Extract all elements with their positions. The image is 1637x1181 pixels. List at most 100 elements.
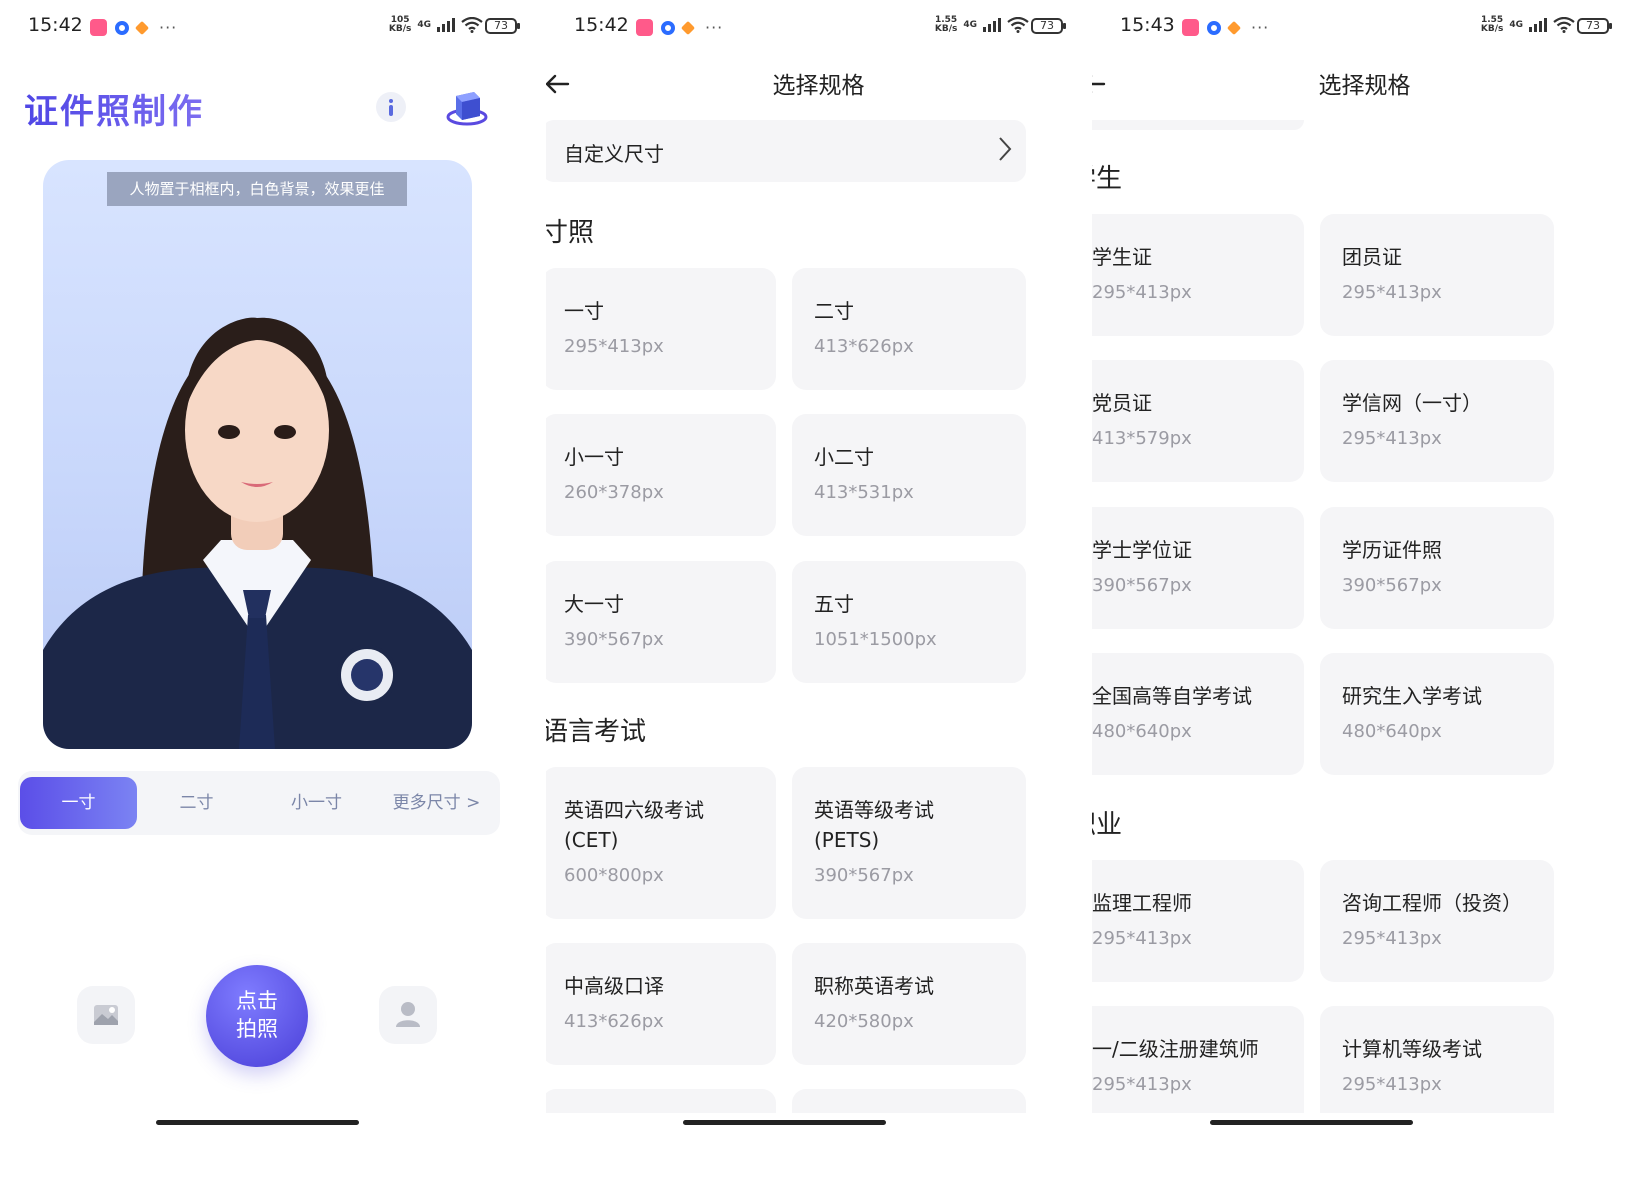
signal-icon xyxy=(983,18,1001,32)
home-indicator[interactable] xyxy=(683,1120,886,1125)
cube-icon[interactable] xyxy=(446,90,488,126)
spec-card[interactable]: 五寸 1051*1500px xyxy=(792,561,1026,683)
status-time: 15:42 xyxy=(574,14,629,36)
spec-card[interactable]: 小二寸 413*531px xyxy=(792,414,1026,536)
spec-card[interactable]: 二寸 413*626px xyxy=(792,268,1026,390)
spec-card[interactable]: 学士学位证 390*567px xyxy=(1092,507,1304,629)
signal-icon xyxy=(437,18,455,32)
page-title: 选择规格 xyxy=(1318,73,1411,99)
spec-list: 自定义尺寸 寸照 一寸 295*413px 二寸 413*626px 小一寸 2… xyxy=(546,120,1091,1113)
app-notification-icon xyxy=(115,20,129,35)
spec-card[interactable]: 中高级口译 413*626px xyxy=(546,943,776,1065)
spec-card[interactable]: 党员证 413*579px xyxy=(1092,360,1304,482)
home-indicator[interactable] xyxy=(156,1120,359,1125)
network-status: 1.55 KB/s 4G xyxy=(935,16,1029,34)
more-notifications-icon: ··· xyxy=(1251,18,1270,37)
spec-dimensions: 600*800px xyxy=(564,865,664,886)
app-notification-icon xyxy=(1207,20,1221,35)
wifi-icon xyxy=(1553,17,1575,33)
spec-card[interactable]: 研究生入学考试 480*640px xyxy=(1320,653,1554,775)
spec-name: 职称英语考试 xyxy=(814,974,934,998)
tab-one-inch[interactable]: 一寸 xyxy=(20,777,137,829)
status-app-icons: ··· xyxy=(636,18,723,37)
spec-card[interactable]: 全国高等自学考试 480*640px xyxy=(1092,653,1304,775)
spec-card[interactable]: 监理工程师 295*413px xyxy=(1092,860,1304,982)
back-arrow-icon[interactable] xyxy=(1092,72,1106,96)
status-time: 15:42 xyxy=(28,14,83,36)
battery-icon: 73 xyxy=(485,18,520,34)
network-speed: 1.55 KB/s xyxy=(935,16,957,34)
spec-dimensions: 1051*1500px xyxy=(814,629,937,650)
spec-list: 学生 学生证 295*413px 团员证 295*413px 党员证 413*5… xyxy=(1092,120,1637,1113)
spec-dimensions: 295*413px xyxy=(1092,282,1192,303)
spec-name: 计算机等级考试 xyxy=(1342,1037,1482,1061)
spec-dimensions: 413*579px xyxy=(1092,428,1192,449)
spec-name: 全国高等自学考试 xyxy=(1092,684,1252,708)
spec-card-partial[interactable] xyxy=(1092,120,1304,130)
section-title: 语言考试 xyxy=(546,711,654,750)
spec-name: 学历证件照 xyxy=(1342,538,1442,562)
spec-card-partial[interactable] xyxy=(546,1089,776,1113)
back-arrow-icon[interactable] xyxy=(546,72,570,96)
info-icon[interactable] xyxy=(376,92,406,122)
network-type: 4G xyxy=(1509,20,1523,30)
network-speed: 1.55 KB/s xyxy=(1481,16,1503,34)
spec-card[interactable]: 一/二级注册建筑师 295*413px xyxy=(1092,1006,1304,1113)
spec-dimensions: 413*531px xyxy=(814,482,914,503)
shoot-button[interactable]: 点击 拍照 xyxy=(206,965,308,1067)
spec-card[interactable]: 学生证 295*413px xyxy=(1092,214,1304,336)
spec-card[interactable]: 计算机等级考试 295*413px xyxy=(1320,1006,1554,1113)
spec-card[interactable]: 大一寸 390*567px xyxy=(546,561,776,683)
spec-card[interactable]: 一寸 295*413px xyxy=(546,268,776,390)
section-title-text: 语言考试 xyxy=(546,717,647,747)
spec-name: 研究生入学考试 xyxy=(1342,684,1482,708)
custom-size-row[interactable]: 自定义尺寸 xyxy=(546,120,1026,182)
chevron-right-icon xyxy=(999,137,1012,161)
spec-name: 一/二级注册建筑师 xyxy=(1092,1037,1259,1061)
signal-icon xyxy=(1529,18,1547,32)
camera-preview[interactable]: 人物置于相框内，白色背景，效果更佳 xyxy=(43,160,472,749)
spec-screen-2: 15:43 ··· 1.55 KB/s 4G 73 选择规格 生 学生证 295… xyxy=(1092,0,1637,1181)
gallery-button[interactable] xyxy=(77,986,135,1044)
spec-card[interactable]: 学历证件照 390*567px xyxy=(1320,507,1554,629)
spec-dimensions: 295*413px xyxy=(1342,928,1442,949)
spec-name: 一寸 xyxy=(564,299,604,323)
spec-card[interactable]: 职称英语考试 420*580px xyxy=(792,943,1026,1065)
spec-card[interactable]: 英语等级考试(PETS) 390*567px xyxy=(792,767,1026,919)
spec-card-partial[interactable] xyxy=(792,1089,1026,1113)
app-title: 证件照制作 xyxy=(24,84,204,133)
speed-unit: KB/s xyxy=(388,24,412,34)
spec-name: 监理工程师 xyxy=(1092,891,1192,915)
profile-button[interactable] xyxy=(379,986,437,1044)
status-bar: 15:42 ··· 105 KB/s 4G 73 xyxy=(0,14,545,40)
home-indicator[interactable] xyxy=(1210,1120,1413,1125)
section-title: 职业 xyxy=(1092,804,1126,843)
spec-dimensions: 295*413px xyxy=(1342,1074,1442,1095)
battery-icon: 73 xyxy=(1031,18,1066,34)
wifi-icon xyxy=(461,17,483,33)
spec-dimensions: 295*413px xyxy=(1342,282,1442,303)
spec-dimensions: 295*413px xyxy=(1342,428,1442,449)
custom-size-label: 自定义尺寸 xyxy=(564,142,664,166)
page-title: 选择规格 xyxy=(772,73,865,99)
spec-dimensions: 413*626px xyxy=(814,336,914,357)
spec-name: 学生证 xyxy=(1092,245,1152,269)
spec-card[interactable]: 团员证 295*413px xyxy=(1320,214,1554,336)
shoot-label-2: 拍照 xyxy=(236,1017,278,1041)
person-icon xyxy=(396,1002,420,1027)
spec-card[interactable]: 小一寸 260*378px xyxy=(546,414,776,536)
tab-more-sizes[interactable]: 更多尺寸 > xyxy=(378,777,495,829)
spec-name: 党员证 xyxy=(1092,391,1152,415)
speed-unit: KB/s xyxy=(934,24,958,34)
spec-card[interactable]: 英语四六级考试(CET) 600*800px xyxy=(546,767,776,919)
spec-name: 团员证 xyxy=(1342,245,1402,269)
spec-dimensions: 295*413px xyxy=(1092,1074,1192,1095)
tab-small-one-inch[interactable]: 小一寸 xyxy=(258,777,375,829)
spec-card[interactable]: 学信网（一寸） 295*413px xyxy=(1320,360,1554,482)
status-app-icons: ··· xyxy=(90,18,177,37)
tab-two-inch[interactable]: 二寸 xyxy=(138,777,255,829)
spec-card[interactable]: 咨询工程师（投资） 295*413px xyxy=(1320,860,1554,982)
spec-dimensions: 390*567px xyxy=(814,865,914,886)
battery-icon: 73 xyxy=(1577,18,1612,34)
spec-dimensions: 420*580px xyxy=(814,1011,914,1032)
